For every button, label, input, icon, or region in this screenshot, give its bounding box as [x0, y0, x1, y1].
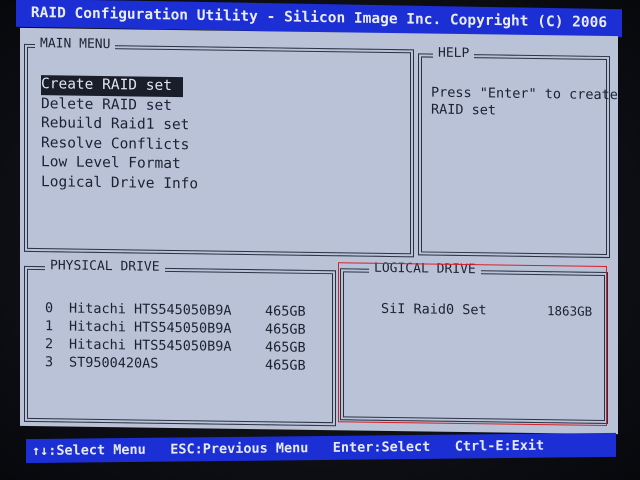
main-menu-list: Create RAID set Delete RAID set Rebuild … [41, 75, 198, 194]
menu-item-create-raid-set[interactable]: Create RAID set [41, 75, 183, 97]
status-exit: Ctrl-E:Exit [454, 437, 545, 455]
drive-model: ST9500420AS [69, 354, 159, 372]
drive-index: 0 [45, 300, 54, 317]
drive-index: 2 [45, 336, 54, 353]
menu-item-resolve-conflicts[interactable]: Resolve Conflicts [41, 134, 189, 155]
drive-index: 3 [45, 354, 54, 371]
physical-drive-list: 0 Hitachi HTS545050B9A 465GB 1 Hitachi H… [45, 299, 315, 375]
main-menu-title: MAIN MENU [35, 36, 116, 54]
physical-drive-title: PHYSICAL DRIVE [45, 258, 165, 276]
drive-size: 465GB [265, 339, 306, 356]
menu-item-low-level-format[interactable]: Low Level Format [41, 153, 183, 174]
help-line-2: RAID set [431, 101, 497, 119]
help-panel: HELP Press "Enter" to create RAID set [418, 45, 618, 259]
help-text: Press "Enter" to create RAID set [431, 85, 618, 122]
help-title: HELP [433, 45, 475, 63]
status-enter-select: Enter:Select [332, 438, 431, 456]
menu-item-rebuild-raid1-set[interactable]: Rebuild Raid1 set [41, 114, 189, 135]
main-menu-panel: MAIN MENU Create RAID set Delete RAID se… [24, 36, 414, 258]
bios-screen: MAIN MENU Create RAID set Delete RAID se… [20, 27, 618, 435]
status-select-menu: ↑↓:Select Menu [32, 441, 146, 460]
menu-item-logical-drive-info[interactable]: Logical Drive Info [41, 173, 198, 194]
menu-item-delete-raid-set[interactable]: Delete RAID set [41, 95, 183, 116]
drive-index: 1 [45, 318, 54, 335]
drive-size: 465GB [265, 303, 306, 320]
highlight-rectangle [338, 262, 607, 427]
status-previous-menu: ESC:Previous Menu [170, 440, 309, 458]
physical-drive-panel: PHYSICAL DRIVE 0 Hitachi HTS545050B9A 46… [24, 258, 336, 427]
drive-size: 465GB [265, 357, 306, 374]
drive-size: 465GB [265, 321, 306, 338]
physical-drive-row[interactable]: 3 ST9500420AS 465GB [45, 353, 315, 375]
